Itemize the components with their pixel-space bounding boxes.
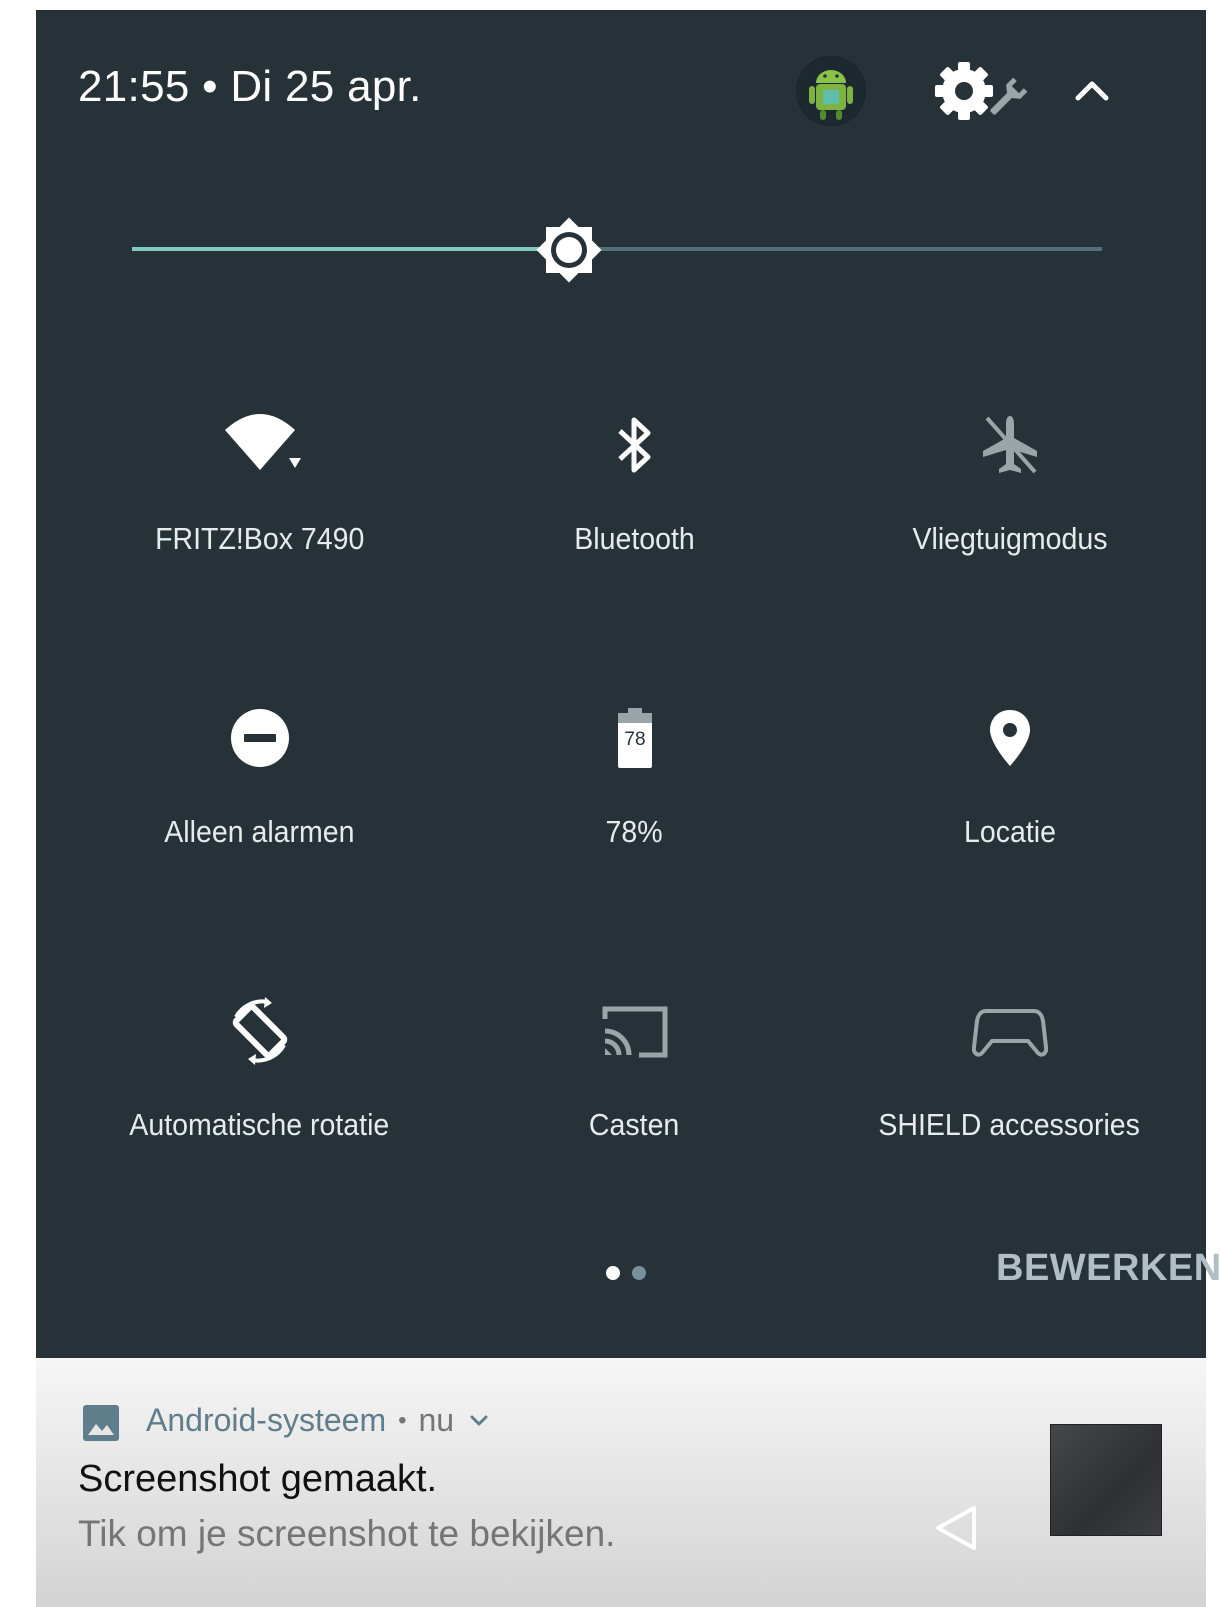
- brightness-icon[interactable]: [531, 212, 607, 288]
- battery-icon: 78: [617, 708, 652, 768]
- page-indicator: [606, 1266, 646, 1280]
- tile-shield-accessories-label: SHIELD accessories: [878, 1107, 1141, 1142]
- tile-bluetooth[interactable]: Bluetooth: [447, 405, 822, 698]
- brightness-track-fill: [132, 247, 569, 251]
- tile-airplane-mode[interactable]: Vliegtuigmodus: [822, 405, 1197, 698]
- notification-card[interactable]: Android-systeem • nu Screenshot gemaakt.…: [36, 1358, 1206, 1607]
- screenshot-thumbnail[interactable]: [1050, 1424, 1162, 1536]
- gamepad-icon: [971, 1009, 1048, 1057]
- notification-app-name: Android-systeem: [146, 1402, 387, 1438]
- tile-battery-label: 78%: [605, 814, 664, 849]
- tile-wifi-label: FRITZ!Box 7490: [154, 521, 365, 556]
- android-avatar-icon: [797, 57, 865, 125]
- quick-settings-tiles: FRITZ!Box 7490 Bluetooth Vliegtuigmodus: [72, 405, 1197, 1284]
- tile-auto-rotate[interactable]: Automatische rotatie: [72, 991, 447, 1284]
- battery-level-text: 78: [624, 729, 645, 750]
- tile-cast[interactable]: Casten: [447, 991, 822, 1284]
- do-not-disturb-icon: [230, 709, 289, 767]
- edit-button[interactable]: BEWERKEN: [996, 1247, 1221, 1290]
- brightness-slider[interactable]: [132, 210, 1102, 290]
- user-avatar[interactable]: [796, 56, 866, 126]
- location-pin-icon: [989, 710, 1030, 766]
- back-icon[interactable]: [928, 1500, 984, 1556]
- notification-title: Screenshot gemaakt.: [78, 1458, 438, 1500]
- tile-wifi[interactable]: FRITZ!Box 7490: [72, 405, 447, 698]
- tile-auto-rotate-label: Automatische rotatie: [129, 1107, 390, 1142]
- image-icon: [83, 1405, 119, 1441]
- notification-time: nu: [418, 1402, 455, 1438]
- tile-airplane-mode-label: Vliegtuigmodus: [911, 521, 1108, 556]
- notification-text: Tik om je screenshot te bekijken.: [78, 1513, 616, 1554]
- collapse-button[interactable]: [1066, 65, 1118, 117]
- tile-bluetooth-label: Bluetooth: [574, 521, 695, 556]
- notification-header[interactable]: Android-systeem • nu: [146, 1402, 496, 1439]
- quick-settings-panel: 21:55 • Di 25 apr. FRITZ!Box 7490 Blueto…: [36, 10, 1221, 1358]
- chevron-down-icon[interactable]: [462, 1409, 496, 1433]
- bluetooth-icon: [617, 417, 650, 473]
- notification-separator: •: [398, 1406, 407, 1434]
- wifi-icon: [224, 414, 301, 470]
- page-dot: [632, 1266, 646, 1280]
- tile-cast-label: Casten: [589, 1107, 680, 1142]
- cast-icon: [602, 1006, 667, 1058]
- tile-location-label: Locatie: [963, 814, 1056, 849]
- chevron-up-icon: [1075, 81, 1109, 101]
- tile-battery[interactable]: 78 78%: [447, 698, 822, 991]
- airplane-icon: [982, 416, 1037, 474]
- auto-rotate-icon: [232, 997, 287, 1065]
- tile-shield-accessories[interactable]: SHIELD accessories: [822, 991, 1197, 1284]
- tile-do-not-disturb[interactable]: Alleen alarmen: [72, 698, 447, 991]
- date-time: 21:55 • Di 25 apr.: [78, 62, 422, 111]
- gear-wrench-icon: [935, 62, 1028, 120]
- page-dot: [606, 1266, 620, 1280]
- tile-location[interactable]: Locatie: [822, 698, 1197, 991]
- settings-button[interactable]: [934, 58, 1034, 124]
- tile-do-not-disturb-label: Alleen alarmen: [164, 814, 355, 849]
